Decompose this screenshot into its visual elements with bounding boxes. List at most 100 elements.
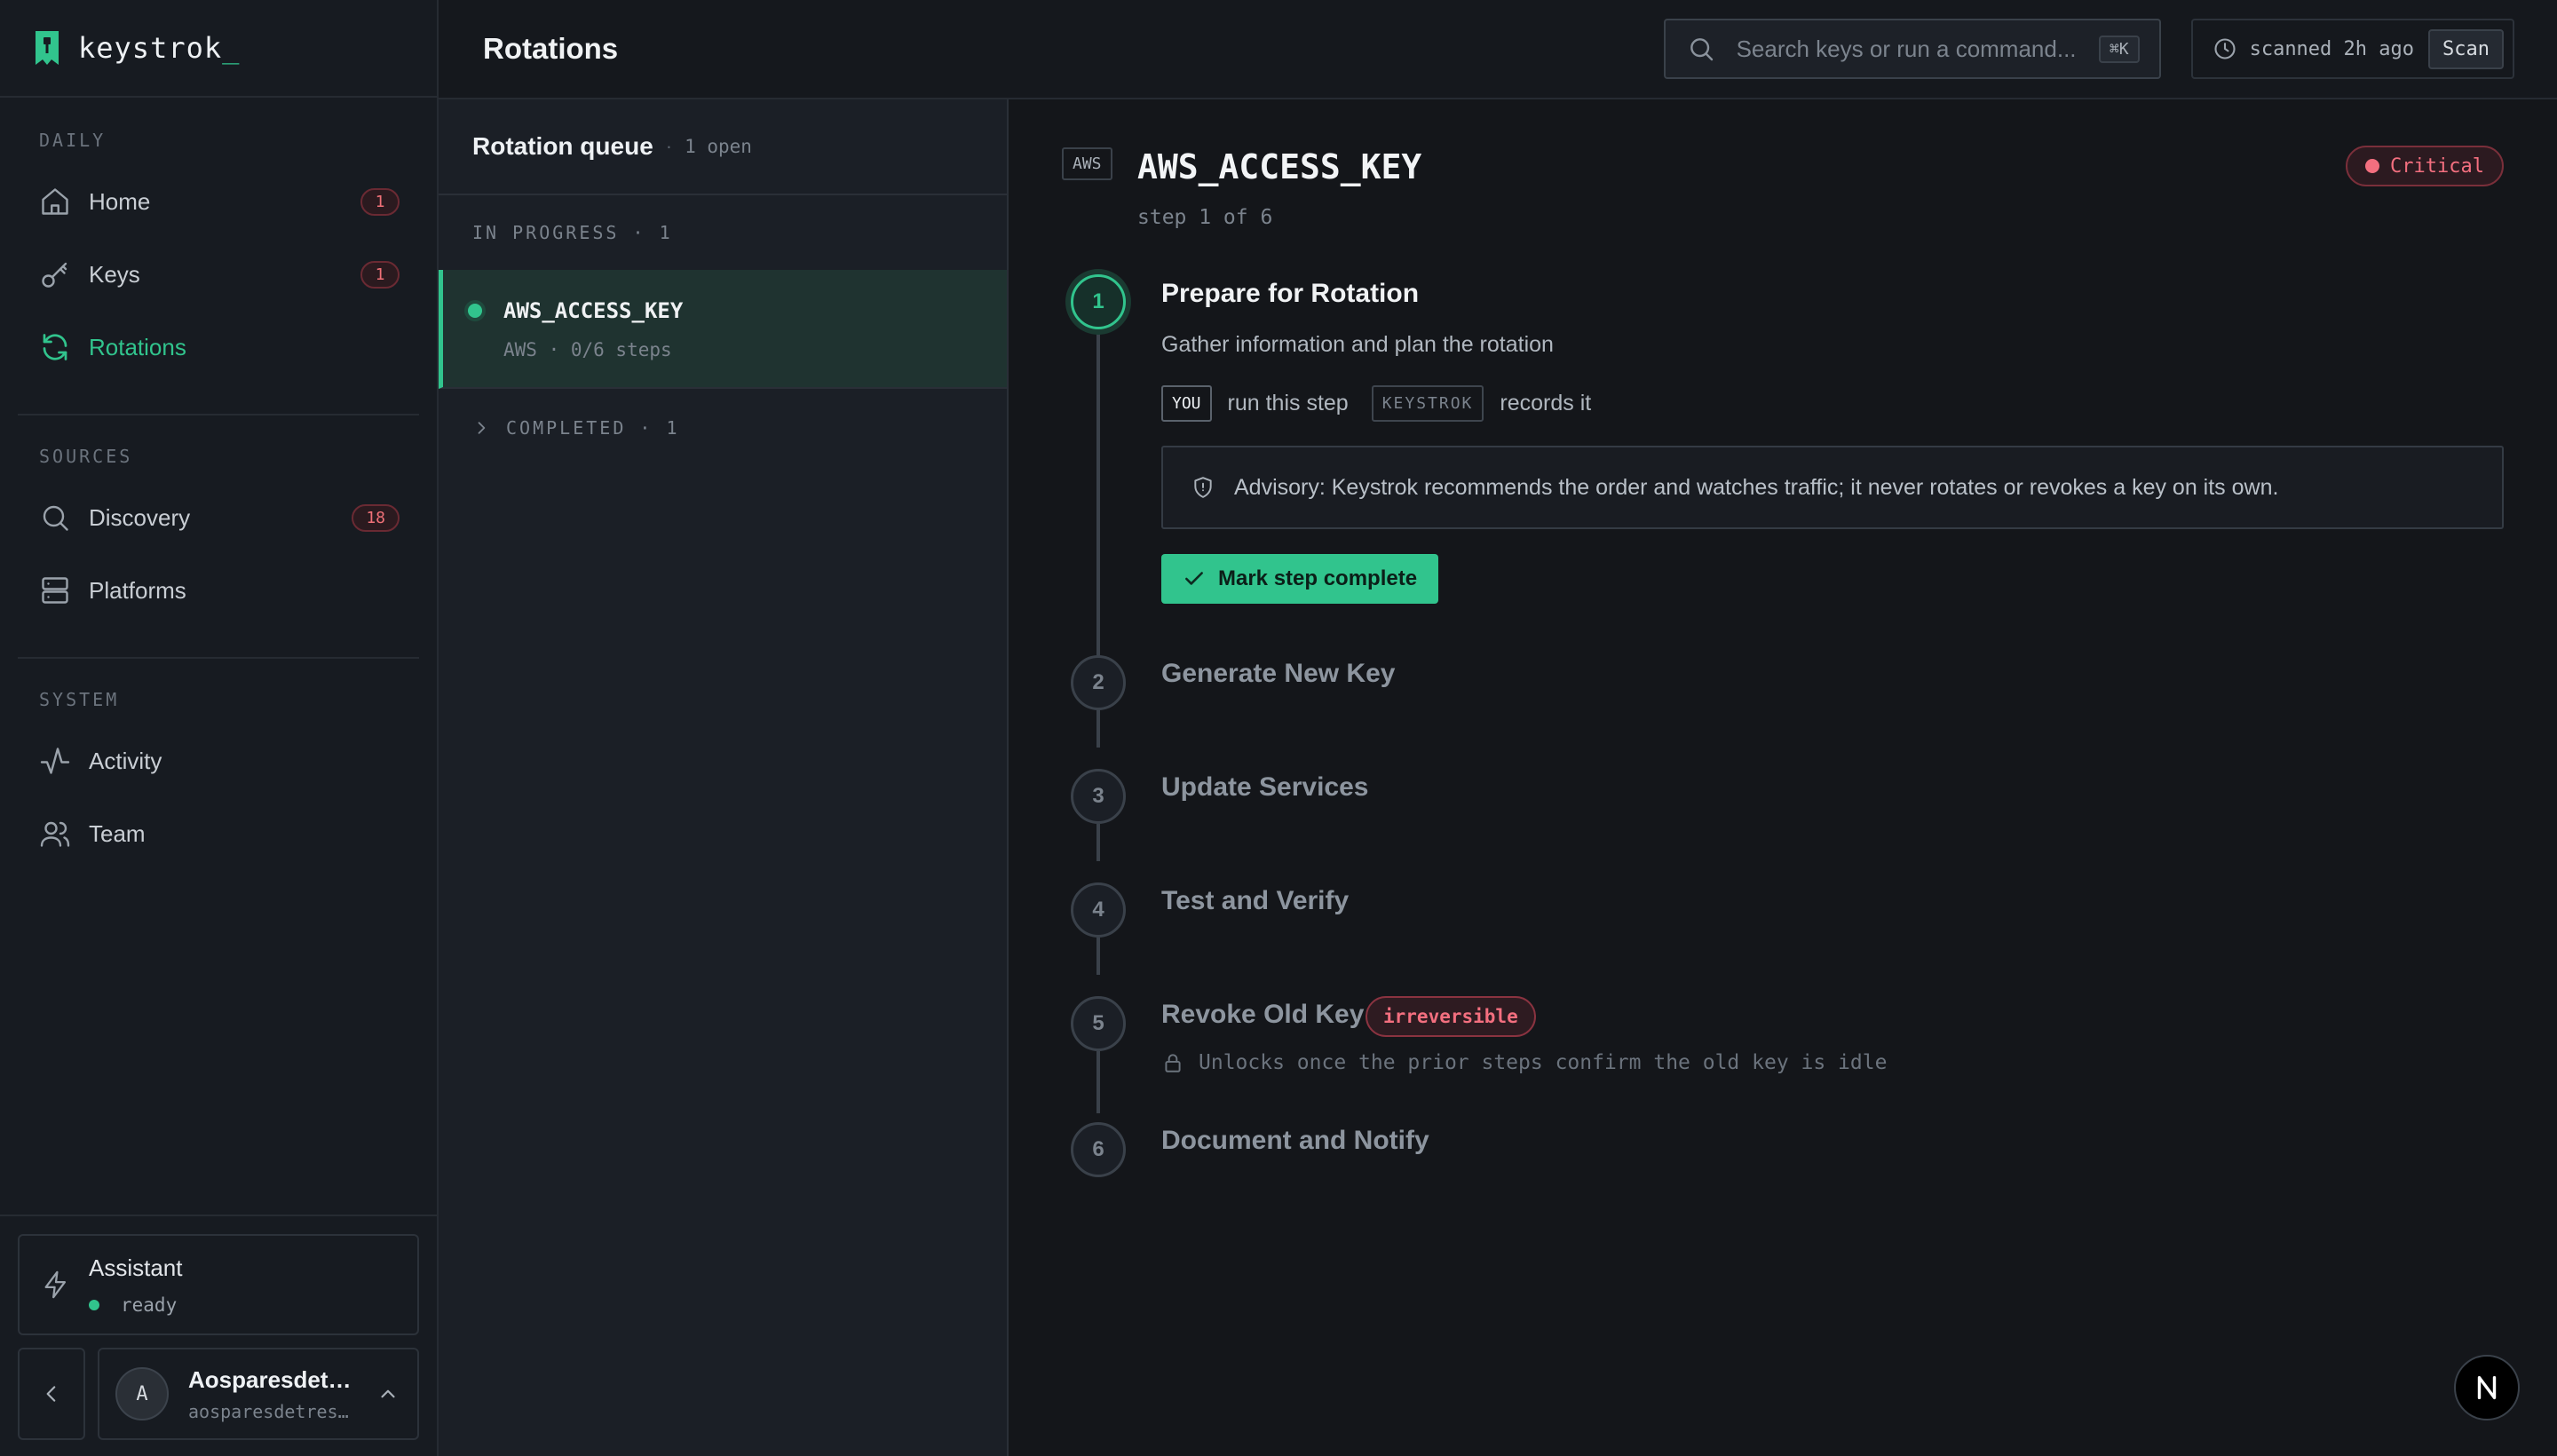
step-title[interactable]: Revoke Old Key	[1161, 1000, 1364, 1030]
locked-note-text: Unlocks once the prior steps confirm the…	[1199, 1051, 1888, 1074]
system-text: records it	[1500, 391, 1592, 415]
avatar: A	[115, 1367, 169, 1420]
scan-button[interactable]: Scan	[2428, 28, 2504, 69]
queue-item[interactable]: AWS_ACCESS_KEY AWS · 0/6 steps	[439, 270, 1007, 389]
queue-title: Rotation queue	[472, 132, 653, 160]
keystrok-logo-icon	[36, 31, 59, 65]
nav-heading-system: SYSTEM	[39, 689, 120, 710]
timeline-connector	[1096, 710, 1100, 748]
queue-item-meta: AWS · 0/6 steps	[503, 339, 672, 360]
scan-status: scanned 2h ago Scan	[2190, 19, 2514, 79]
step-title[interactable]: Test and Verify	[1161, 886, 1349, 916]
step-number: 6	[1071, 1122, 1126, 1177]
sidebar-item-activity[interactable]: Activity	[18, 724, 419, 797]
sidebar-item-home[interactable]: Home 1	[18, 165, 419, 238]
step-title: Prepare for Rotation	[1161, 279, 1420, 308]
status-dot	[89, 1299, 99, 1310]
sidebar-item-keys[interactable]: Keys 1	[18, 238, 419, 311]
you-text: run this step	[1227, 391, 1349, 415]
key-title: AWS_ACCESS_KEY	[1137, 147, 1422, 186]
sidebar: keystrok_ DAILY Home 1 Keys 1 Rotations …	[0, 0, 439, 1456]
server-icon	[42, 577, 68, 604]
home-icon	[42, 188, 68, 215]
activity-icon	[40, 748, 70, 774]
brand[interactable]: keystrok_	[0, 0, 437, 98]
rotation-detail: AWS AWS_ACCESS_KEY step 1 of 6 Critical …	[1009, 99, 2557, 1456]
nav-section-daily: DAILY Home 1 Keys 1 Rotations	[0, 98, 437, 414]
user-row: A Aosparesdet… aosparesdetres…	[18, 1348, 419, 1440]
sidebar-item-label: Team	[89, 819, 146, 847]
step-title[interactable]: Update Services	[1161, 772, 1368, 803]
queue-item-name: AWS_ACCESS_KEY	[503, 298, 684, 323]
nav-section-sources: SOURCES Discovery 18 Platforms	[18, 414, 419, 657]
sidebar-item-platforms[interactable]: Platforms	[18, 554, 419, 627]
check-icon	[1185, 572, 1203, 585]
search-input[interactable]: Search keys or run a command... ⌘K	[1663, 19, 2161, 79]
assistant-title: Assistant	[89, 1254, 183, 1281]
nav-heading-sources: SOURCES	[39, 446, 133, 467]
step-title[interactable]: Generate New Key	[1161, 659, 1395, 689]
search-icon	[43, 505, 68, 531]
assistant-panel[interactable]: Assistant ready	[18, 1234, 419, 1335]
step-number: 2	[1071, 655, 1126, 710]
lock-icon	[1165, 1054, 1181, 1072]
search-icon	[1690, 38, 1713, 61]
scanned-time: scanned 2h ago	[2249, 37, 2415, 60]
count-badge: 1	[360, 260, 400, 289]
user-menu[interactable]: A Aosparesdet… aosparesdetres…	[98, 1348, 419, 1440]
severity-label: Critical	[2390, 154, 2484, 178]
sidebar-item-label: Platforms	[89, 576, 186, 604]
step-number: 1	[1071, 274, 1126, 329]
timeline-connector	[1096, 824, 1100, 861]
shield-icon	[1194, 477, 1212, 498]
users-icon	[40, 821, 70, 847]
nav-heading-daily: DAILY	[39, 130, 107, 151]
step-number: 5	[1071, 996, 1126, 1051]
count-badge: 1	[360, 187, 400, 216]
step-progress: step 1 of 6	[1137, 206, 1273, 229]
sidebar-item-team[interactable]: Team	[18, 797, 419, 870]
queue-header: Rotation queue · 1 open	[439, 99, 1007, 195]
sidebar-footer: Assistant ready A Aosparesdet… aosparesd…	[0, 1215, 437, 1456]
irreversible-badge: irreversible	[1366, 996, 1536, 1037]
search-placeholder: Search keys or run a command...	[1736, 35, 2077, 62]
brand-name: keystrok_	[78, 31, 241, 65]
advisory-note: Advisory: Keystrok recommends the order …	[1161, 446, 2504, 529]
chevron-right-icon	[478, 422, 486, 434]
provider-tag: AWS	[1062, 147, 1112, 180]
sidebar-item-label: Rotations	[89, 333, 186, 360]
advisory-text: Advisory: Keystrok recommends the order …	[1234, 474, 2279, 500]
severity-dot	[2365, 159, 2380, 173]
sidebar-item-rotations[interactable]: Rotations	[18, 311, 419, 384]
chevron-left-icon	[46, 1386, 56, 1402]
lightning-icon	[44, 1270, 67, 1299]
top-header: Rotations Search keys or run a command..…	[439, 0, 2557, 99]
separator: ·	[665, 135, 673, 157]
user-handle: aosparesdetres…	[188, 1400, 349, 1422]
step-title[interactable]: Document and Notify	[1161, 1126, 1429, 1156]
step-number: 3	[1071, 769, 1126, 824]
user-name: Aosparesdet…	[188, 1365, 352, 1393]
chevron-up-icon	[381, 1389, 395, 1398]
system-tag: KEYSTROK	[1371, 385, 1484, 422]
collapse-sidebar-button[interactable]	[18, 1348, 85, 1440]
framework-badge-button[interactable]	[2454, 1355, 2520, 1420]
key-icon	[42, 262, 67, 288]
step-description: Gather information and plan the rotation	[1161, 332, 1554, 357]
completed-group-toggle[interactable]: COMPLETED · 1	[439, 389, 1007, 467]
step-number: 4	[1071, 882, 1126, 938]
sidebar-item-discovery[interactable]: Discovery 18	[18, 481, 419, 554]
clock-icon	[2214, 38, 2236, 59]
refresh-icon	[43, 334, 67, 360]
n-logo-icon	[2477, 1375, 2497, 1400]
shortcut-hint: ⌘K	[2098, 35, 2140, 63]
assistant-status: ready	[89, 1294, 183, 1316]
sidebar-item-label: Discovery	[89, 503, 191, 531]
sidebar-item-label: Activity	[89, 747, 162, 774]
status-dot	[468, 304, 482, 318]
you-tag: YOU	[1161, 385, 1212, 422]
mark-step-complete-button[interactable]: Mark step complete	[1161, 554, 1439, 604]
step-roles: YOU run this step KEYSTROK records it	[1161, 385, 1614, 422]
page-title: Rotations	[483, 32, 619, 65]
nav-section-system: SYSTEM Activity Team	[18, 657, 419, 870]
